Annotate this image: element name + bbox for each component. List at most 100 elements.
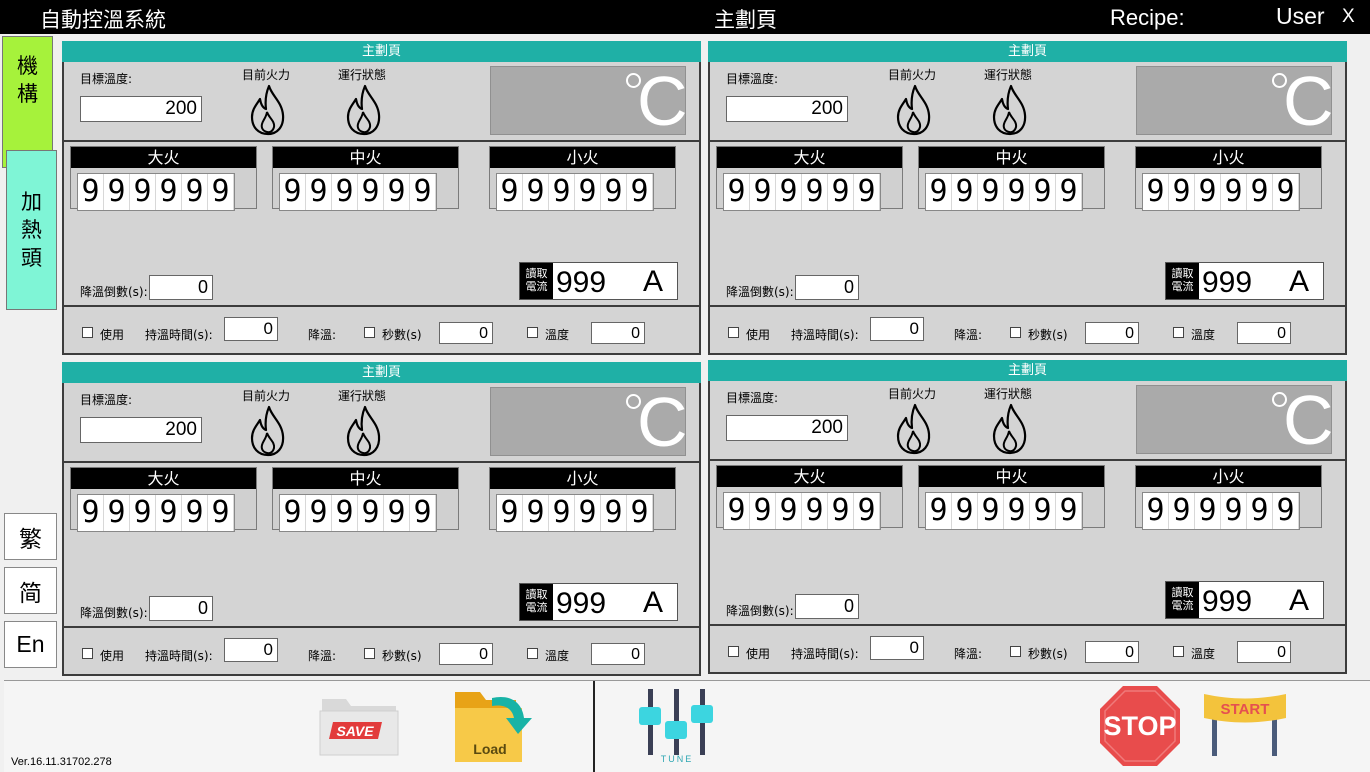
seconds-checkbox[interactable] (1010, 646, 1021, 657)
big-fire-label: 大火 (717, 147, 902, 168)
panel-top-section: 目標溫度: 200 目前火力 運行狀態 C (708, 62, 1347, 142)
digit: 9 (978, 493, 1004, 529)
cooldown-label: 降溫倒數(s): (726, 285, 794, 299)
temperature-checkbox[interactable] (527, 648, 538, 659)
panel-settings-section: 使用 持溫時間(s): 0 降溫: 秒數(s) 0 溫度 0 (62, 307, 701, 355)
target-temp-input[interactable]: 200 (80, 96, 202, 122)
temperature-checkbox[interactable] (1173, 646, 1184, 657)
tune-button[interactable]: TUNE (636, 687, 720, 765)
small-fire-counter[interactable]: 999999 (496, 494, 654, 532)
digit: 9 (724, 493, 750, 529)
cooldown-input[interactable]: 0 (149, 596, 213, 621)
load-button[interactable]: Load (452, 684, 536, 764)
heater-panel-4: 主劃頁 目標溫度: 200 目前火力 運行狀態 C 大火 999 9 9 9 中… (708, 360, 1347, 674)
tab-mechanism[interactable]: 機 構 (2, 36, 53, 168)
digit: 9 (926, 493, 952, 529)
digit: 9 (952, 174, 978, 210)
use-label: 使用 (100, 649, 125, 663)
digit: 9 (601, 495, 627, 531)
big-fire-counter[interactable]: 999999 (77, 494, 235, 532)
cool-label: 降溫: (954, 647, 983, 661)
temperature-input[interactable]: 0 (1237, 641, 1291, 663)
target-temp-input[interactable]: 200 (726, 96, 848, 122)
mid-fire-counter[interactable]: 999999 (279, 173, 437, 211)
use-checkbox[interactable] (728, 646, 739, 657)
cooldown-label: 降溫倒數(s): (726, 604, 794, 618)
big-fire-box: 大火 999999 (716, 146, 903, 211)
mid-fire-counter[interactable]: 999999 (925, 492, 1083, 530)
digit: 9 (130, 174, 156, 210)
start-label: START (1221, 701, 1270, 718)
seconds-input[interactable]: 0 (1085, 322, 1139, 344)
small-fire-counter[interactable]: 999999 (496, 173, 654, 211)
digit: 9 (1169, 493, 1195, 529)
mid-fire-counter[interactable]: 999999 (925, 173, 1083, 211)
run-status-label: 運行狀態 (984, 387, 1033, 401)
digit: 9 (1056, 493, 1082, 529)
seconds-checkbox[interactable] (1010, 327, 1021, 338)
use-checkbox[interactable] (728, 327, 739, 338)
lang-english-button[interactable]: En (4, 621, 57, 668)
current-fire-label: 目前火力 (888, 68, 937, 82)
big-fire-counter[interactable]: 999999 (77, 173, 235, 211)
current-fire-label: 目前火力 (242, 68, 291, 82)
small-fire-counter[interactable]: 999999 (1142, 492, 1300, 530)
use-checkbox[interactable] (82, 648, 93, 659)
heater-panel-3: 主劃頁 目標溫度: 200 目前火力 運行狀態 C 大火 999 9 9 9 中… (62, 362, 701, 676)
current-value: 999 (556, 266, 607, 299)
small-fire-counter[interactable]: 999999 (1142, 173, 1300, 211)
digit: 9 (104, 495, 130, 531)
panel-settings-section: 使用 持溫時間(s): 0 降溫: 秒數(s) 0 溫度 0 (708, 307, 1347, 355)
digit: 9 (828, 493, 854, 529)
temperature-input[interactable]: 0 (591, 643, 645, 665)
cooldown-input[interactable]: 0 (795, 275, 859, 300)
big-fire-counter[interactable]: 999999 (723, 173, 881, 211)
seconds-checkbox[interactable] (364, 648, 375, 659)
big-fire-counter[interactable]: 999999 (723, 492, 881, 530)
start-button[interactable]: START (1202, 690, 1288, 760)
fire-power-icon (896, 84, 931, 136)
temperature-checkbox[interactable] (527, 327, 538, 338)
small-fire-box: 小火 999999 (1135, 146, 1322, 211)
stop-button[interactable]: STOP (1098, 684, 1182, 768)
temperature-input[interactable]: 0 (1237, 322, 1291, 344)
digit: 9 (306, 174, 332, 210)
seconds-checkbox[interactable] (364, 327, 375, 338)
temperature-label: 溫度 (1191, 647, 1216, 661)
cooldown-input[interactable]: 0 (795, 594, 859, 619)
temperature-label: 溫度 (545, 328, 570, 342)
close-button[interactable]: X (1342, 6, 1355, 28)
user-label[interactable]: User (1276, 3, 1325, 30)
bottom-toolbar: Ver.16.11.31702.278 SAVE Load TUNE STOP … (4, 680, 1370, 772)
hold-time-input[interactable]: 0 (870, 317, 924, 341)
save-button[interactable]: SAVE (318, 689, 400, 759)
hold-time-label: 持溫時間(s): (791, 328, 859, 342)
small-fire-box: 小火 999999 (489, 146, 676, 211)
cooldown-input[interactable]: 0 (149, 275, 213, 300)
use-checkbox[interactable] (82, 327, 93, 338)
small-fire-label: 小火 (490, 468, 675, 489)
digit: 9 (104, 174, 130, 210)
target-temp-input[interactable]: 200 (726, 415, 848, 441)
seconds-input[interactable]: 0 (1085, 641, 1139, 663)
hold-time-input[interactable]: 0 (224, 317, 278, 341)
hold-time-input[interactable]: 0 (870, 636, 924, 660)
panel-top-section: 目標溫度: 200 目前火力 運行狀態 C (62, 62, 701, 142)
temperature-input[interactable]: 0 (591, 322, 645, 344)
digit: 9 (854, 174, 880, 210)
run-status-icon (992, 84, 1027, 136)
target-temp-input[interactable]: 200 (80, 417, 202, 443)
tab-heater[interactable]: 加 熱 頭 (6, 150, 57, 310)
seconds-input[interactable]: 0 (439, 643, 493, 665)
load-label: Load (473, 741, 506, 757)
small-fire-label: 小火 (490, 147, 675, 168)
seconds-input[interactable]: 0 (439, 322, 493, 344)
mid-fire-counter[interactable]: 999999 (279, 494, 437, 532)
lang-simplified-button[interactable]: 简 (4, 567, 57, 614)
digit: 9 (926, 174, 952, 210)
lang-traditional-button[interactable]: 繁 (4, 513, 57, 560)
hold-time-input[interactable]: 0 (224, 638, 278, 662)
digit: 9 (601, 174, 627, 210)
hold-time-label: 持溫時間(s): (145, 649, 213, 663)
temperature-checkbox[interactable] (1173, 327, 1184, 338)
